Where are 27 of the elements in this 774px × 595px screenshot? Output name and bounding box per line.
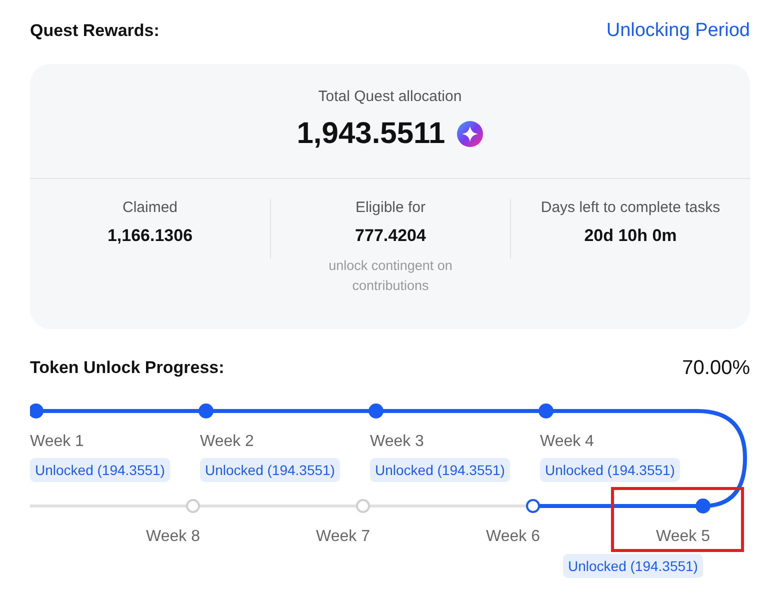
token-icon: [457, 121, 484, 147]
stat-note: unlock contingent on contributions: [328, 257, 454, 295]
stat-label: Claimed: [122, 199, 178, 216]
stat-value: 20d 10h 0m: [584, 226, 677, 246]
stat-value: 777.4204: [355, 226, 426, 246]
stat-value: 1,166.1306: [107, 226, 193, 246]
week-label: Week 7: [316, 528, 370, 546]
week-label: Week 6: [486, 528, 540, 546]
progress-title: Token Unlock Progress:: [30, 358, 224, 378]
unlocked-badge: Unlocked (194.3551): [540, 458, 680, 482]
week-label: Week 2: [200, 433, 254, 451]
progress-percent: 70.00%: [682, 356, 750, 380]
week-label: Week 4: [540, 433, 594, 451]
section-title: Quest Rewards:: [30, 21, 160, 41]
unlocked-badge: Unlocked (194.3551): [370, 458, 510, 482]
week-label: Week 3: [370, 433, 424, 451]
stat-label: Days left to complete tasks: [540, 199, 720, 216]
unlocked-badge: Unlocked (194.3551): [563, 554, 703, 578]
unlocked-badge: Unlocked (194.3551): [30, 458, 170, 482]
week-label: Week 5: [656, 528, 710, 546]
stat-label: Eligible for: [355, 199, 426, 216]
allocation-value: 1,943.5511: [296, 117, 446, 151]
week-label: Week 8: [146, 528, 200, 546]
unlocked-badge: Unlocked (194.3551): [200, 458, 340, 482]
week-label: Week 1: [30, 433, 84, 451]
unlocking-period-link[interactable]: Unlocking Period: [606, 20, 750, 42]
allocation-label: Total Quest allocation: [318, 88, 462, 105]
